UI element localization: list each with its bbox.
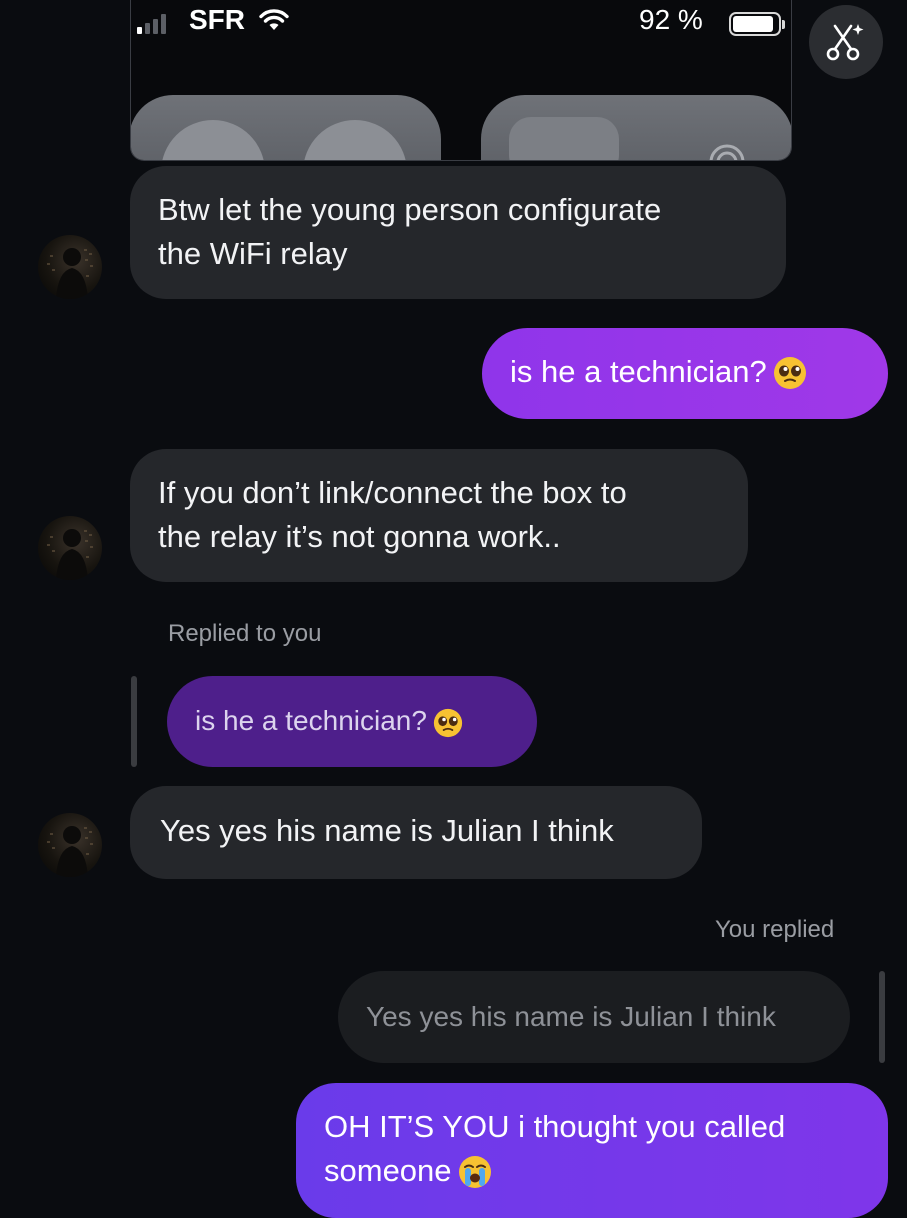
message-bubble-outgoing[interactable]: OH IT’S YOU i thought you called someone <box>296 1083 888 1218</box>
reply-indicator-bar <box>879 971 885 1063</box>
message-bubble-incoming[interactable]: Btw let the young person configurate the… <box>130 166 786 299</box>
pleading-face-emoji <box>773 356 807 402</box>
message-bubble-incoming[interactable]: Yes yes his name is Julian I think <box>130 786 702 879</box>
signal-strength-icon <box>137 14 166 34</box>
magic-scissors-icon <box>826 24 864 61</box>
reply-label: You replied <box>715 916 835 943</box>
message-text-line: OH IT’S YOU i thought you called <box>324 1109 786 1144</box>
media-artwork <box>509 117 619 160</box>
magic-scissors-button[interactable] <box>809 5 883 79</box>
message-text-line: If you don’t link/connect the box to <box>158 475 627 510</box>
wifi-icon <box>259 8 289 37</box>
reply-indicator-bar <box>131 676 137 767</box>
message-text-line: the WiFi relay <box>158 236 348 271</box>
reply-preview-text: Yes yes his name is Julian I think <box>366 1001 776 1032</box>
airplay-icon <box>707 138 747 160</box>
embedded-screenshot[interactable]: SFR 92 % <box>130 0 792 161</box>
reply-preview-bubble[interactable]: Yes yes his name is Julian I think <box>338 971 850 1063</box>
message-text-line: Btw let the young person configurate <box>158 192 662 227</box>
avatar[interactable] <box>38 813 102 877</box>
message-text-line: someone <box>324 1153 452 1188</box>
message-text: Yes yes his name is Julian I think <box>160 813 614 848</box>
reply-preview-bubble[interactable]: is he a technician? <box>167 676 537 767</box>
pleading-face-emoji <box>433 708 463 749</box>
message-text: is he a technician? <box>510 354 767 389</box>
carrier-name: SFR <box>189 4 245 35</box>
message-bubble-outgoing[interactable]: is he a technician? <box>482 328 888 419</box>
battery-percentage: 92 % <box>639 4 703 35</box>
message-bubble-incoming[interactable]: If you don’t link/connect the box to the… <box>130 449 748 582</box>
loudly-crying-face-emoji <box>458 1155 492 1201</box>
reply-preview-text: is he a technician? <box>195 705 427 736</box>
reply-label: Replied to you <box>168 620 322 647</box>
battery-icon <box>729 12 785 36</box>
avatar[interactable] <box>38 235 102 299</box>
avatar[interactable] <box>38 516 102 580</box>
message-text-line: the relay it’s not gonna work.. <box>158 519 561 554</box>
